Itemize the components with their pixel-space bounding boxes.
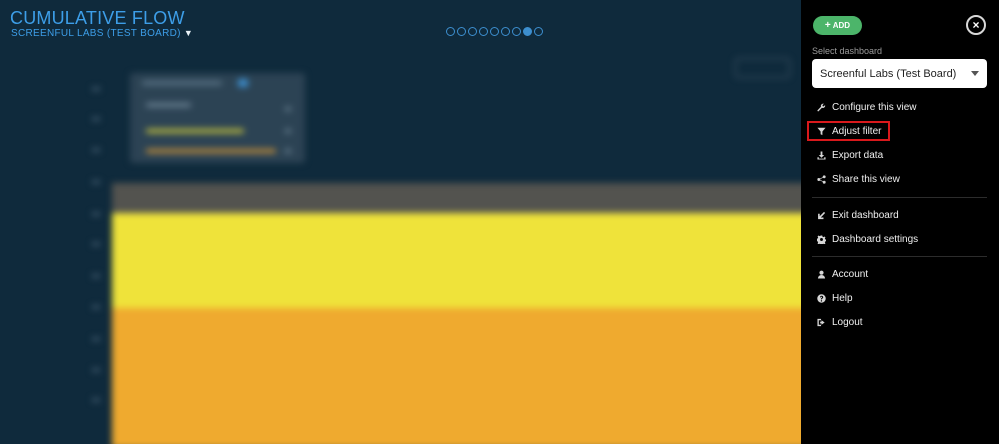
y-axis-tick	[92, 398, 100, 402]
menu-item-label: Share this view	[832, 174, 900, 185]
y-axis-tick	[92, 368, 100, 372]
pager-dot[interactable]	[468, 27, 477, 36]
caret-down-icon	[971, 71, 979, 76]
pager-dot[interactable]	[501, 27, 510, 36]
dashboard-main-area: CUMULATIVE FLOW SCREENFUL LABS (TEST BOA…	[0, 0, 801, 444]
pager-dot[interactable]	[446, 27, 455, 36]
y-axis-tick	[92, 148, 100, 152]
gear-icon	[817, 235, 826, 244]
add-button-label: ADD	[832, 21, 851, 30]
y-axis-tick	[92, 212, 100, 216]
menu-item-label: Dashboard settings	[832, 234, 919, 245]
menu-divider	[812, 197, 987, 198]
highlight-box	[807, 121, 890, 141]
chart-band-orange	[112, 308, 801, 444]
menu-item-label: Export data	[832, 150, 884, 161]
menu-item-share-view[interactable]: Share this view	[817, 174, 900, 185]
filter-icon: ▼	[183, 28, 194, 38]
chart-band-grey	[112, 183, 801, 213]
board-subtitle[interactable]: SCREENFUL LABS (TEST BOARD) ▼	[11, 28, 193, 39]
board-name: SCREENFUL LABS (TEST BOARD)	[11, 28, 181, 39]
menu-item-exit-dashboard[interactable]: Exit dashboard	[817, 210, 899, 221]
pager-dot[interactable]	[457, 27, 466, 36]
share-icon	[817, 175, 826, 184]
menu-item-configure-view[interactable]: Configure this view	[817, 102, 916, 113]
cumulative-flow-chart	[0, 50, 801, 444]
plus-icon: +	[824, 19, 831, 31]
help-icon	[817, 294, 826, 303]
user-icon	[817, 270, 826, 279]
menu-item-logout[interactable]: Logout	[817, 317, 863, 328]
y-axis-tick	[92, 337, 100, 341]
menu-item-label: Configure this view	[832, 102, 917, 113]
exit-icon	[818, 211, 826, 220]
y-axis-tick	[92, 274, 100, 278]
wrench-icon	[817, 103, 826, 112]
menu-item-label: Logout	[832, 317, 863, 328]
menu-divider	[812, 256, 987, 257]
chart-option-button	[735, 58, 790, 78]
logout-icon	[817, 318, 825, 327]
view-pager	[446, 27, 543, 36]
dashboard-select[interactable]: Screenful Labs (Test Board)	[812, 59, 987, 88]
menu-item-export-data[interactable]: Export data	[817, 150, 883, 161]
menu-item-label: Help	[832, 293, 853, 304]
y-axis-tick	[92, 117, 100, 121]
y-axis-tick	[92, 242, 100, 246]
close-icon: ×	[972, 18, 980, 32]
y-axis-tick	[92, 87, 100, 91]
pager-dot[interactable]	[490, 27, 499, 36]
pager-dot[interactable]	[479, 27, 488, 36]
page-title: CUMULATIVE FLOW	[10, 8, 185, 28]
download-icon	[817, 151, 826, 160]
menu-item-label: Account	[832, 269, 869, 280]
menu-item-dashboard-settings[interactable]: Dashboard settings	[817, 234, 918, 245]
menu-item-account[interactable]: Account	[817, 269, 868, 280]
side-panel: + ADD × Select dashboard Screenful Labs …	[801, 0, 999, 444]
pager-dot[interactable]	[534, 27, 543, 36]
pager-dot[interactable]	[523, 27, 532, 36]
pager-dot[interactable]	[512, 27, 521, 36]
chart-legend	[130, 73, 305, 163]
y-axis-tick	[92, 180, 100, 184]
menu-item-help[interactable]: Help	[817, 293, 853, 304]
close-button[interactable]: ×	[966, 15, 986, 35]
menu-item-label: Exit dashboard	[832, 210, 899, 221]
add-button[interactable]: + ADD	[813, 16, 862, 35]
y-axis-tick	[92, 305, 100, 309]
select-dashboard-label: Select dashboard	[812, 46, 883, 56]
chart-band-yellow	[112, 213, 801, 308]
dashboard-select-value: Screenful Labs (Test Board)	[820, 67, 957, 80]
